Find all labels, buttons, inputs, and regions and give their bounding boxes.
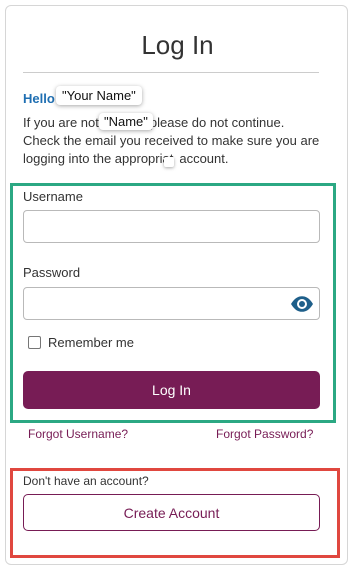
password-input[interactable]	[23, 287, 320, 320]
annotation-marker	[164, 157, 174, 167]
page-title: Log In	[141, 30, 214, 60]
eye-icon-graphic	[291, 296, 313, 312]
remember-me-row[interactable]: Remember me	[28, 335, 134, 350]
remember-me-checkbox[interactable]	[28, 336, 41, 349]
login-button[interactable]: Log In	[23, 371, 320, 409]
notice-line3-start: logging into the appropriat	[23, 151, 174, 166]
notice-line2: Check the email you received to make sur…	[23, 133, 320, 148]
hello-text: Hello	[23, 91, 55, 106]
username-label: Username	[23, 189, 83, 204]
remember-me-label[interactable]: Remember me	[48, 335, 134, 350]
no-account-prompt: Don't have an account?	[23, 474, 149, 488]
forgot-username-link[interactable]: Forgot Username?	[28, 427, 128, 441]
password-label: Password	[23, 265, 81, 280]
forgot-password-link[interactable]: Forgot Password?	[216, 427, 313, 441]
username-input[interactable]	[23, 210, 320, 243]
notice-line3-end: account.	[179, 151, 229, 166]
notice-line1-end: please do not continue.	[149, 115, 285, 130]
title-divider	[23, 72, 319, 73]
name-annotation: "Name"	[99, 113, 153, 130]
eye-icon[interactable]	[290, 295, 314, 313]
notice-line1-start: If you are not	[23, 115, 99, 130]
your-name-annotation: "Your Name"	[56, 86, 142, 105]
create-account-button[interactable]: Create Account	[23, 494, 320, 531]
